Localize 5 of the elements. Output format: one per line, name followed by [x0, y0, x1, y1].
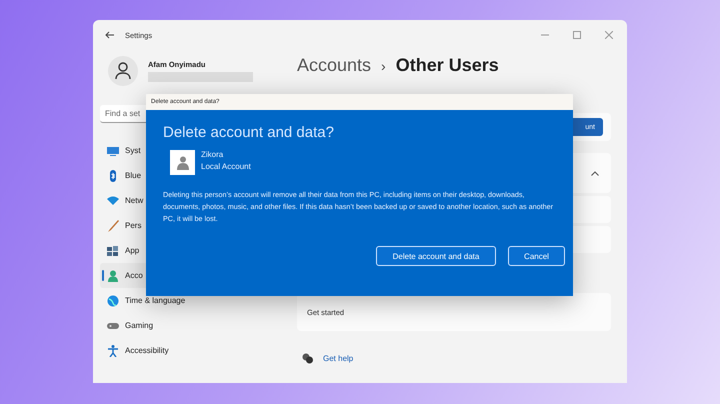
account-name: Zikora: [201, 150, 224, 159]
page-title: Other Users: [396, 55, 499, 76]
breadcrumb-separator: ›: [381, 58, 386, 74]
account-type: Local Account: [201, 162, 251, 171]
dialog-heading: Delete account and data?: [163, 124, 335, 141]
